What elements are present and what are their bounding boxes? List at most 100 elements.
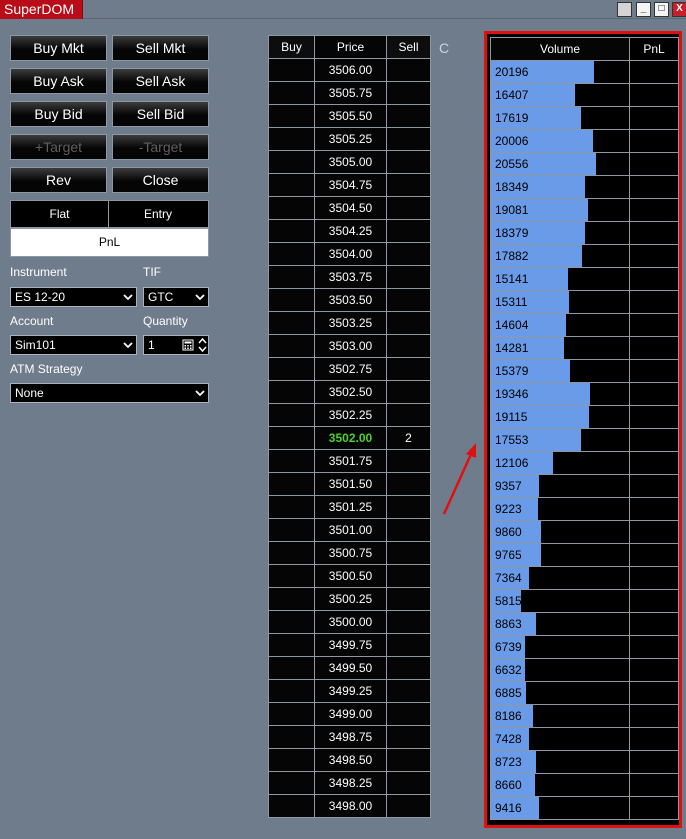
buy-cell[interactable] (268, 81, 315, 105)
volume-column-header: Volume (490, 37, 630, 61)
c-column-header[interactable]: C (439, 40, 449, 56)
buy-ask-button[interactable]: Buy Ask (10, 68, 107, 94)
volume-row: 9765 (490, 543, 679, 567)
sell-cell[interactable]: 2 (386, 426, 431, 450)
sell-cell[interactable] (386, 679, 431, 703)
buy-cell[interactable] (268, 725, 315, 749)
sell-cell[interactable] (386, 242, 431, 266)
sell-cell[interactable] (386, 104, 431, 128)
buy-cell[interactable] (268, 127, 315, 151)
buy-cell[interactable] (268, 311, 315, 335)
buy-cell[interactable] (268, 334, 315, 358)
price-cell: 3502.25 (314, 403, 387, 427)
buy-cell[interactable] (268, 380, 315, 404)
buy-cell[interactable] (268, 403, 315, 427)
sell-cell[interactable] (386, 196, 431, 220)
ladder-row: 3504.50 (268, 196, 431, 220)
sell-cell[interactable] (386, 81, 431, 105)
sell-cell[interactable] (386, 564, 431, 588)
buy-cell[interactable] (268, 633, 315, 657)
volume-cell: 9765 (490, 543, 630, 567)
tif-select[interactable]: GTC (143, 287, 209, 307)
window-menu-button[interactable] (617, 2, 632, 17)
reverse-button[interactable]: Rev (10, 167, 107, 193)
sell-bid-button[interactable]: Sell Bid (112, 101, 209, 127)
sell-cell[interactable] (386, 610, 431, 634)
instrument-select[interactable]: ES 12-20 (10, 287, 137, 307)
stepper-arrows-icon[interactable] (198, 337, 207, 353)
sell-cell[interactable] (386, 725, 431, 749)
buy-cell[interactable] (268, 196, 315, 220)
buy-cell[interactable] (268, 219, 315, 243)
sell-cell[interactable] (386, 219, 431, 243)
sell-mkt-button[interactable]: Sell Mkt (112, 35, 209, 61)
buy-cell[interactable] (268, 702, 315, 726)
close-window-button[interactable]: X (672, 2, 686, 17)
buy-cell[interactable] (268, 495, 315, 519)
sell-cell[interactable] (386, 334, 431, 358)
buy-cell[interactable] (268, 449, 315, 473)
buy-cell[interactable] (268, 173, 315, 197)
sell-cell[interactable] (386, 748, 431, 772)
sell-cell[interactable] (386, 472, 431, 496)
buy-cell[interactable] (268, 357, 315, 381)
buy-cell[interactable] (268, 587, 315, 611)
buy-mkt-button[interactable]: Buy Mkt (10, 35, 107, 61)
buy-cell[interactable] (268, 794, 315, 818)
sell-cell[interactable] (386, 633, 431, 657)
buy-cell[interactable] (268, 748, 315, 772)
volume-value: 9223 (495, 502, 522, 516)
sell-cell[interactable] (386, 58, 431, 82)
atm-strategy-select[interactable]: None (10, 383, 209, 403)
pnl-cell (629, 106, 679, 130)
sell-cell[interactable] (386, 794, 431, 818)
sell-cell[interactable] (386, 380, 431, 404)
sell-ask-button[interactable]: Sell Ask (112, 68, 209, 94)
pnl-cell (629, 704, 679, 728)
buy-cell[interactable] (268, 679, 315, 703)
sell-cell[interactable] (386, 173, 431, 197)
sell-cell[interactable] (386, 150, 431, 174)
minus-target-button[interactable]: -Target (112, 134, 209, 160)
buy-cell[interactable] (268, 472, 315, 496)
sell-cell[interactable] (386, 656, 431, 680)
buy-cell[interactable] (268, 610, 315, 634)
plus-target-button[interactable]: +Target (10, 134, 107, 160)
buy-cell[interactable] (268, 58, 315, 82)
buy-cell[interactable] (268, 656, 315, 680)
sell-cell[interactable] (386, 702, 431, 726)
chevron-down-icon (195, 390, 205, 397)
buy-cell[interactable] (268, 265, 315, 289)
buy-cell[interactable] (268, 104, 315, 128)
buy-cell[interactable] (268, 426, 315, 450)
minimize-button[interactable]: _ (636, 2, 651, 17)
buy-cell[interactable] (268, 541, 315, 565)
sell-cell[interactable] (386, 311, 431, 335)
sell-cell[interactable] (386, 541, 431, 565)
sell-cell[interactable] (386, 288, 431, 312)
buy-cell[interactable] (268, 771, 315, 795)
sell-cell[interactable] (386, 771, 431, 795)
volume-cell: 19081 (490, 198, 630, 222)
account-select[interactable]: Sim101 (10, 335, 137, 355)
buy-cell[interactable] (268, 518, 315, 542)
close-position-button[interactable]: Close (112, 167, 209, 193)
buy-cell[interactable] (268, 288, 315, 312)
sell-cell[interactable] (386, 449, 431, 473)
buy-cell[interactable] (268, 564, 315, 588)
buy-bid-button[interactable]: Buy Bid (10, 101, 107, 127)
sell-cell[interactable] (386, 518, 431, 542)
buy-cell[interactable] (268, 242, 315, 266)
volume-value: 19081 (495, 203, 529, 217)
sell-cell[interactable] (386, 587, 431, 611)
sell-cell[interactable] (386, 265, 431, 289)
quantity-stepper[interactable]: 1 (143, 335, 209, 355)
sell-cell[interactable] (386, 403, 431, 427)
sell-cell[interactable] (386, 495, 431, 519)
maximize-button[interactable]: □ (654, 2, 669, 17)
calculator-icon[interactable] (182, 339, 194, 351)
sell-cell[interactable] (386, 357, 431, 381)
sell-cell[interactable] (386, 127, 431, 151)
buy-cell[interactable] (268, 150, 315, 174)
ladder-row: 3503.25 (268, 311, 431, 335)
